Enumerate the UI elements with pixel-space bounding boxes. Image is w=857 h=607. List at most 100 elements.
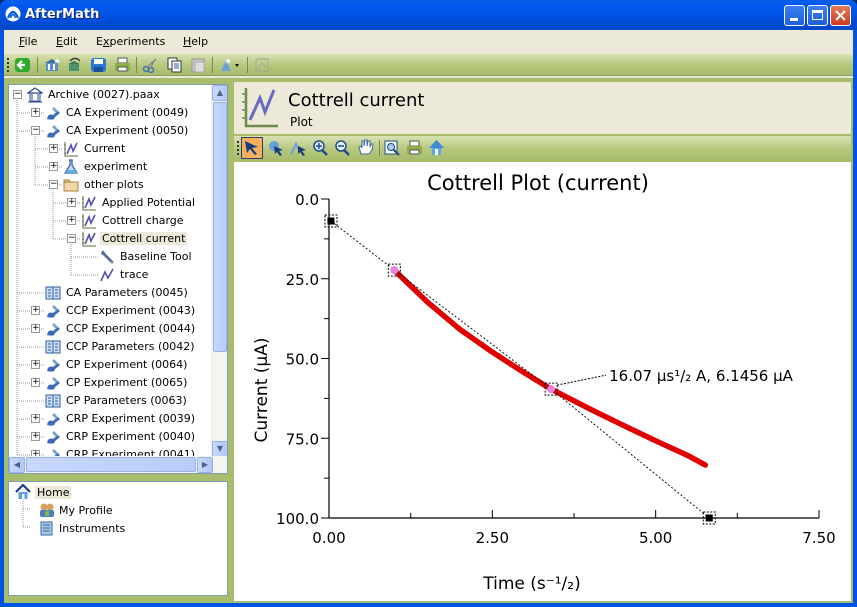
menu-experiments[interactable]: Experiments [96, 35, 165, 48]
expand-icon[interactable]: + [31, 324, 40, 333]
tree-item[interactable]: + CP Experiment (0064) [9, 356, 213, 374]
experiment-dropdown-icon[interactable] [218, 57, 242, 73]
archive-open-icon[interactable] [66, 57, 83, 73]
tree-item-label: Baseline Tool [120, 250, 192, 263]
tree-item[interactable]: − other plots [9, 176, 213, 194]
print-icon[interactable] [114, 57, 131, 73]
collapse-icon[interactable]: − [67, 234, 76, 243]
back-icon[interactable] [14, 57, 31, 73]
tree-item[interactable]: + Current [9, 140, 213, 158]
home-icon[interactable] [428, 139, 445, 155]
plot-area[interactable]: Cottrell Plot (current) 0.0 25.0 50.0 75.0 1… [234, 162, 851, 601]
toolbar-grip[interactable] [237, 141, 239, 155]
expand-icon[interactable]: + [31, 306, 40, 315]
menu-bar: File Edit Experiments Help [4, 30, 853, 52]
tree-item[interactable]: CA Parameters (0045) [9, 284, 213, 302]
cut-icon[interactable] [142, 57, 159, 73]
menu-file[interactable]: File [19, 35, 37, 48]
expand-icon[interactable]: + [31, 108, 40, 117]
tree-item-label: Applied Potential [102, 196, 196, 209]
toolbar-separator [136, 57, 137, 73]
tree-item[interactable]: + Applied Potential [9, 194, 213, 212]
scroll-left-button[interactable]: ◀ [9, 457, 25, 473]
experiment-icon [47, 413, 60, 426]
expand-icon[interactable]: + [31, 432, 40, 441]
archive-add-icon[interactable] [44, 57, 61, 73]
tree-item[interactable]: + CA Experiment (0049) [9, 104, 213, 122]
select-point-icon[interactable] [268, 140, 285, 156]
tree-item[interactable]: + CCP Experiment (0044) [9, 320, 213, 338]
collapse-icon[interactable]: − [13, 90, 22, 99]
nav-item-instruments[interactable]: Instruments [13, 520, 133, 538]
tree-item[interactable]: − CA Experiment (0050) [9, 122, 213, 140]
tree-item[interactable]: trace [9, 266, 213, 284]
scroll-thumb-horizontal[interactable] [26, 457, 196, 472]
y-axis-label: Current (μA) [252, 338, 272, 443]
experiment-icon [47, 431, 60, 444]
plot-icon [82, 196, 96, 211]
collapse-icon[interactable]: − [49, 180, 58, 189]
select-tool-button[interactable] [241, 137, 263, 159]
maximize-button[interactable] [807, 5, 828, 26]
nav-item-home[interactable]: Home [13, 484, 133, 502]
tree-item[interactable]: − Cottrell current [9, 230, 213, 248]
expand-icon[interactable]: + [49, 162, 58, 171]
expand-icon[interactable]: + [49, 144, 58, 153]
document-header: Cottrell current Plot [234, 82, 851, 134]
nav-item-my-profile[interactable]: My Profile [13, 502, 133, 520]
folder-icon [63, 179, 79, 192]
title-bar[interactable]: AfterMath [0, 0, 857, 30]
menu-help[interactable]: Help [183, 35, 208, 48]
expand-icon[interactable]: + [67, 216, 76, 225]
tree-vertical-scrollbar[interactable]: ▲ ▼ [211, 85, 227, 457]
cottrell-chart[interactable]: Cottrell Plot (current) 0.0 25.0 50.0 75.0 1… [234, 162, 851, 601]
expand-icon[interactable]: + [67, 198, 76, 207]
experiment-icon [47, 107, 60, 120]
save-icon[interactable] [90, 57, 107, 73]
print-icon[interactable] [406, 140, 423, 156]
tree-horizontal-scrollbar[interactable]: ◀ ▶ [9, 456, 227, 473]
menu-experiments-label-b: periments [109, 35, 166, 48]
tree-item[interactable]: + CCP Experiment (0043) [9, 302, 213, 320]
close-button[interactable] [830, 5, 851, 26]
scroll-right-button[interactable]: ▶ [197, 457, 213, 473]
collapse-icon[interactable]: − [31, 126, 40, 135]
y-tick-label: 75.0 [286, 430, 319, 448]
tree-item[interactable]: + Cottrell charge [9, 212, 213, 230]
tree-item[interactable]: + CP Experiment (0065) [9, 374, 213, 392]
menu-file-label: ile [24, 35, 38, 48]
tree-item[interactable]: CCP Parameters (0042) [9, 338, 213, 356]
expand-icon[interactable]: + [31, 414, 40, 423]
scroll-up-button[interactable]: ▲ [212, 85, 227, 101]
zoom-in-icon[interactable] [312, 140, 329, 156]
plot-toolbar [234, 136, 851, 160]
menu-edit[interactable]: Edit [56, 35, 77, 48]
select-trace-icon[interactable] [290, 140, 307, 156]
aftermath-logo-icon [5, 6, 21, 22]
archive-icon [27, 87, 43, 103]
pan-hand-icon[interactable] [357, 139, 374, 155]
tree-item[interactable]: + CRP Experiment (0039) [9, 410, 213, 428]
maximize-icon [812, 10, 823, 20]
zoom-fit-icon[interactable] [384, 140, 401, 156]
copy-icon[interactable] [166, 57, 183, 73]
disabled-tool-icon[interactable] [254, 57, 271, 73]
tree-item[interactable]: CP Parameters (0063) [9, 392, 213, 410]
x-tick-label: 2.50 [476, 529, 509, 547]
minimize-button[interactable] [784, 5, 805, 26]
toolbar-grip[interactable] [7, 58, 9, 72]
menu-help-label: elp [191, 35, 209, 48]
expand-icon[interactable]: + [31, 378, 40, 387]
zoom-out-icon[interactable] [334, 140, 351, 156]
left-pane: − Archive (0027).paax + CA Experiment (0049… [4, 78, 232, 603]
tree-item[interactable]: + CRP Experiment (0040) [9, 428, 213, 446]
scroll-thumb[interactable] [213, 102, 227, 352]
expand-icon[interactable]: + [31, 360, 40, 369]
plot-icon [82, 214, 96, 229]
window-title: AfterMath [25, 7, 100, 22]
tree-item[interactable]: − Archive (0027).paax [9, 86, 213, 104]
tree-item[interactable]: + experiment [9, 158, 213, 176]
scroll-down-button[interactable]: ▼ [212, 441, 227, 457]
paste-icon[interactable] [190, 57, 207, 73]
tree-item[interactable]: Baseline Tool [9, 248, 213, 266]
